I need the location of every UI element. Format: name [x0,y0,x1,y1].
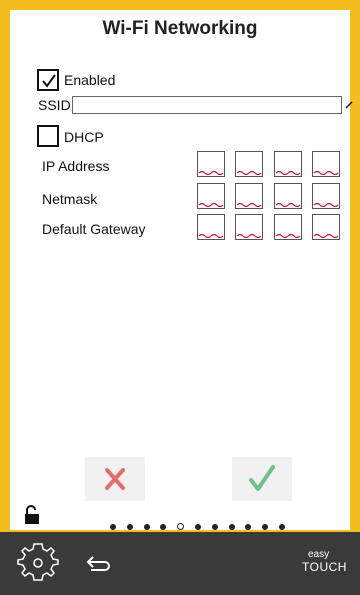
netmask-label: Netmask [42,191,98,207]
check-icon [249,465,275,491]
enabled-checkbox[interactable] [37,69,59,91]
gateway-octet-4[interactable] [312,214,340,240]
confirm-button[interactable] [232,457,292,501]
dhcp-label: DHCP [64,129,104,145]
netmask-octet-1[interactable] [197,183,225,209]
page-dot[interactable] [160,523,167,530]
x-icon [105,468,125,490]
wave-icon [275,233,301,238]
easytouch-logo: easy TOUCH [302,549,347,573]
wave-icon [236,170,262,175]
pencil-icon[interactable] [345,101,353,109]
page-dot[interactable] [110,523,116,530]
checkmark-icon [42,74,56,88]
dhcp-checkbox[interactable] [37,125,59,147]
settings-panel: Wi-Fi Networking Enabled SSID DHCP IP Ad… [10,10,353,530]
page-indicator [110,523,285,530]
page-title: Wi-Fi Networking [102,18,258,39]
page-dot[interactable] [126,523,133,530]
wave-icon [275,170,301,175]
page-dot[interactable] [143,523,150,530]
wave-icon [275,202,301,207]
page-dot[interactable] [245,523,252,530]
bottom-bar: easy TOUCH [0,532,360,595]
ip-octet-3[interactable] [274,151,302,177]
gear-icon[interactable] [15,540,61,586]
page-dot[interactable] [228,523,235,530]
ssid-input[interactable] [72,96,342,114]
wave-icon [313,170,339,175]
netmask-octet-3[interactable] [274,183,302,209]
gateway-octet-1[interactable] [197,214,225,240]
page-dot[interactable] [278,523,285,530]
gateway-octet-2[interactable] [235,214,263,240]
page-dot[interactable] [211,523,218,530]
netmask-octet-2[interactable] [235,183,263,209]
wave-icon [236,202,262,207]
page-dot[interactable] [194,523,201,530]
enabled-label: Enabled [64,72,116,88]
netmask-octet-4[interactable] [312,183,340,209]
wave-icon [236,233,262,238]
wave-icon [198,202,224,207]
gateway-label: Default Gateway [42,221,146,237]
ip-address-label: IP Address [42,158,110,174]
unlocked-padlock-icon[interactable] [24,505,40,525]
brand-bottom: TOUCH [302,560,347,574]
page-dot[interactable] [262,523,269,530]
back-arrow-icon[interactable] [85,554,113,572]
gateway-octet-3[interactable] [274,214,302,240]
wave-icon [313,233,339,238]
wave-icon [198,170,224,175]
ip-octet-2[interactable] [235,151,263,177]
cancel-button[interactable] [85,457,145,501]
ssid-label: SSID [38,97,71,113]
ip-octet-4[interactable] [312,151,340,177]
ip-octet-1[interactable] [197,151,225,177]
wave-icon [313,202,339,207]
wave-icon [198,233,224,238]
page-dot-active[interactable] [177,523,185,530]
